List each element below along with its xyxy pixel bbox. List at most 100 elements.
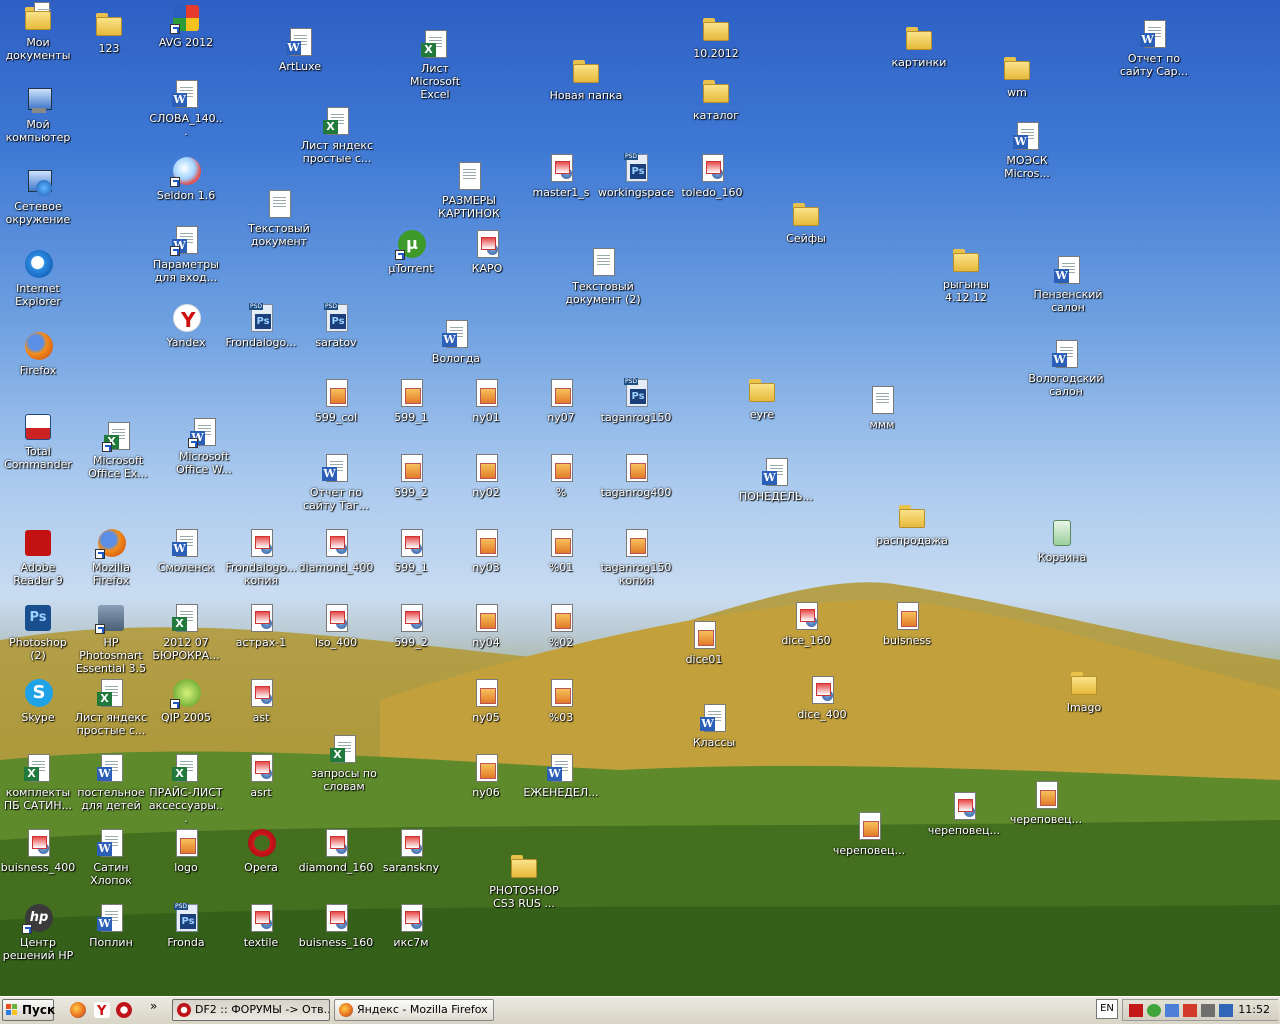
desktop-icon-astrakh1[interactable]: астрах-1 [223, 602, 299, 649]
qip-tray-icon[interactable] [1147, 1004, 1161, 1017]
avg-tray-icon[interactable] [1183, 1004, 1197, 1017]
desktop-icon-fronda[interactable]: Fronda [148, 902, 224, 949]
desktop-icon-hp-center[interactable]: hp Центр решений HP [0, 902, 76, 962]
desktop-icon-recycle[interactable]: Корзина [1024, 517, 1100, 564]
desktop-icon-imago[interactable]: Imago [1046, 667, 1122, 714]
quicklaunch-opera-icon[interactable] [116, 1002, 132, 1018]
language-indicator[interactable]: EN [1096, 999, 1118, 1019]
desktop-icon-ast[interactable]: ast [223, 677, 299, 724]
desktop-icon-kartinki[interactable]: картинки [881, 22, 957, 69]
desktop-icon-ms-excel[interactable]: XMicrosoft Office Ex... [80, 420, 156, 480]
desktop-icon-photoshop-cs3[interactable]: PHOTOSHOP CS3 RUS ... [486, 850, 562, 910]
desktop-icon-penza[interactable]: W Пензенский салон [1030, 254, 1106, 314]
desktop-icon-qip[interactable]: QIP 2005 [148, 677, 224, 724]
desktop-icon-avg-2012[interactable]: AVG 2012 [148, 2, 224, 49]
desktop-icon-excel-sheet[interactable]: X Лист Microsoft Excel [397, 28, 473, 101]
start-button[interactable]: Пуск [2, 999, 55, 1021]
volume-icon[interactable] [1201, 1004, 1215, 1017]
desktop-icon-ny06[interactable]: ny06 [448, 752, 524, 799]
adobe-tray-icon[interactable] [1129, 1004, 1143, 1017]
desktop-icon-sizes[interactable]: РАЗМЕРЫ КАРТИНОК [431, 160, 507, 220]
desktop-icon-queries[interactable]: Xзапросы по словам [306, 733, 382, 793]
desktop-icon-my-computer[interactable]: Мой компьютер [0, 84, 76, 144]
desktop-icon-network[interactable]: Сетевое окружение [0, 166, 76, 226]
desktop-icon-katalog[interactable]: каталог [678, 75, 754, 122]
desktop-icon-report-sar[interactable]: W Отчет по сайту Сар... [1116, 18, 1192, 78]
desktop-icon-safes[interactable]: Сейфы [768, 198, 844, 245]
desktop-icon-pct03[interactable]: %03 [523, 677, 599, 724]
desktop-icon-params[interactable]: WПараметры для вход... [148, 224, 224, 284]
desktop-icon-my-documents[interactable]: Мои документы [0, 2, 76, 62]
desktop-icon-cherepovets-2[interactable]: череповец... [926, 790, 1002, 837]
desktop-icon-satin[interactable]: W Сатин Хлопок [73, 827, 149, 887]
desktop-icon-taganrog150-copy[interactable]: taganrog150 копия [598, 527, 674, 587]
desktop[interactable]: Мои документы 123 AVG 2012 W ArtLuxe X Лист Mi… [0, 0, 1280, 996]
taskbar-window-df2[interactable]: DF2 :: ФОРУМЫ -> Отв... [172, 999, 330, 1021]
desktop-icon-wm[interactable]: wm [979, 52, 1055, 99]
desktop-icon-folder-10-2012[interactable]: 10.2012 [678, 13, 754, 60]
desktop-icon-599-2a[interactable]: 599_2 [373, 452, 449, 499]
desktop-icon-ny04[interactable]: ny04 [448, 602, 524, 649]
monitor-tray-icon[interactable] [1219, 1004, 1233, 1017]
desktop-icon-ny02[interactable]: ny02 [448, 452, 524, 499]
desktop-icon-dice160[interactable]: dice_160 [768, 600, 844, 647]
desktop-icon-yandex-list-1[interactable]: X Лист яндекс простые с... [299, 105, 375, 165]
desktop-icon-buisness400[interactable]: buisness_400 [0, 827, 76, 874]
desktop-icon-taganrog400[interactable]: taganrog400 [598, 452, 674, 499]
desktop-icon-kids-bedding[interactable]: Wпостельное для детей [73, 752, 149, 812]
taskbar-window-yandex[interactable]: Яндекс - Mozilla Firefox [334, 999, 494, 1021]
desktop-icon-saransky[interactable]: saranskny [373, 827, 449, 874]
desktop-icon-diamond160[interactable]: diamond_160 [298, 827, 374, 874]
desktop-icon-eyre[interactable]: eyre [724, 374, 800, 421]
desktop-icon-buisness160[interactable]: buisness_160 [298, 902, 374, 949]
desktop-icon-report-tag[interactable]: W Отчет по сайту Таг... [298, 452, 374, 512]
desktop-icon-textile[interactable]: textile [223, 902, 299, 949]
desktop-icon-dice400[interactable]: dice_400 [784, 674, 860, 721]
desktop-icon-opera[interactable]: Opera [223, 827, 299, 874]
desktop-icon-frondalogo-copy[interactable]: Frondalogo... копия [223, 527, 299, 587]
desktop-icon-yandex-list-2[interactable]: X Лист яндекс простые с... [73, 677, 149, 737]
desktop-icon-vologda[interactable]: W Вологда [418, 318, 494, 365]
desktop-icon-artluxe[interactable]: W ArtLuxe [262, 26, 338, 73]
desktop-icon-saratov[interactable]: saratov [298, 302, 374, 349]
desktop-icon-ms-word[interactable]: WMicrosoft Office W... [166, 416, 242, 476]
desktop-icon-seldon[interactable]: Seldon 1.6 [148, 155, 224, 202]
network-tray-icon[interactable] [1165, 1004, 1179, 1017]
desktop-icon-iks7m[interactable]: икс7м [373, 902, 449, 949]
quicklaunch-chevron[interactable]: » [150, 999, 157, 1013]
desktop-icon-rygyny[interactable]: рыгыны 4.12.12 [928, 244, 1004, 304]
desktop-icon-iso400[interactable]: Iso_400 [298, 602, 374, 649]
desktop-icon-firefox[interactable]: Firefox [0, 330, 76, 377]
desktop-icon-pct02[interactable]: %02 [523, 602, 599, 649]
desktop-icon-weekly[interactable]: W ЕЖЕНЕДЕЛ... [523, 752, 599, 799]
desktop-icon-123[interactable]: 123 [71, 8, 147, 55]
desktop-icon-dice01[interactable]: dice01 [666, 619, 742, 666]
desktop-icon-percent[interactable]: % [523, 452, 599, 499]
desktop-icon-slova[interactable]: W СЛОВА_140... [148, 78, 224, 138]
desktop-icon-sale[interactable]: распродажа [874, 500, 950, 547]
desktop-icon-ny03[interactable]: ny03 [448, 527, 524, 574]
desktop-icon-toledo[interactable]: toledo_160 [674, 152, 750, 199]
desktop-icon-frondalogo-psd[interactable]: Frondalogo... [223, 302, 299, 349]
desktop-icon-vologda-salon[interactable]: W Вологодский салон [1028, 338, 1104, 398]
desktop-icon-new-folder[interactable]: Новая папка [548, 55, 624, 102]
desktop-icon-bureaucracy[interactable]: X 2012 07 БЮРОКРА... [148, 602, 224, 662]
desktop-icon-taganrog150[interactable]: taganrog150 [598, 377, 674, 424]
desktop-icon-599-col[interactable]: 599_col [298, 377, 374, 424]
quicklaunch-yandex-icon[interactable]: Y [94, 1002, 110, 1019]
desktop-icon-poplin[interactable]: W Поплин [73, 902, 149, 949]
desktop-icon-diamond400[interactable]: diamond_400 [298, 527, 374, 574]
desktop-icon-total-commander[interactable]: Total Commander [0, 411, 76, 471]
desktop-icon-mozilla-firefox[interactable]: Mozilla Firefox [73, 527, 149, 587]
desktop-icon-hp-photosmart[interactable]: HP Photosmart Essential 3.5 [73, 602, 149, 675]
desktop-icon-pricelist[interactable]: X ПРАЙС-ЛИСТ аксессуары... [148, 752, 224, 825]
desktop-icon-skype[interactable]: S Skype [0, 677, 76, 724]
desktop-icon-mmm[interactable]: ммм [844, 384, 920, 431]
desktop-icon-cherepovets-1[interactable]: череповец... [831, 810, 907, 857]
desktop-icon-pct01[interactable]: %01 [523, 527, 599, 574]
desktop-icon-monday[interactable]: W ПОНЕДЕЛЬ... [738, 456, 814, 503]
desktop-icon-master1[interactable]: master1_s [523, 152, 599, 199]
desktop-icon-adobe-reader[interactable]: Adobe Reader 9 [0, 527, 76, 587]
quicklaunch-firefox-icon[interactable] [70, 1002, 86, 1018]
desktop-icon-599-1b[interactable]: 599_1 [373, 527, 449, 574]
